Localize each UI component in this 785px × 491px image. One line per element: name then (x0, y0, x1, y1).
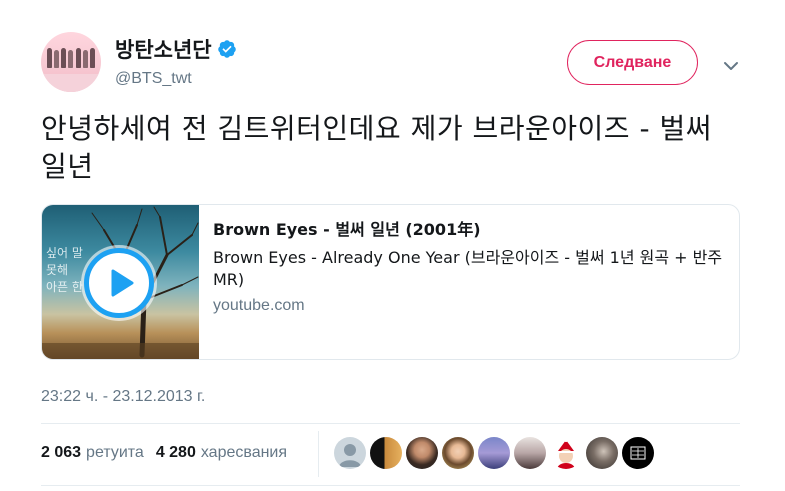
divider (41, 423, 740, 424)
liker-avatar[interactable] (478, 437, 510, 469)
likes-label: харесвания (200, 444, 288, 461)
liker-avatar[interactable] (550, 437, 582, 469)
author-display-name[interactable]: 방탄소년단 (115, 34, 212, 64)
card-domain: youtube.com (213, 297, 305, 314)
liker-avatar[interactable] (406, 437, 438, 469)
retweets-count: 2 063 (41, 444, 82, 461)
liker-avatar[interactable] (586, 437, 618, 469)
liker-avatar[interactable] (442, 437, 474, 469)
liker-avatar[interactable] (334, 437, 366, 469)
thumbnail-caption: 싶어 말 못해 아픈 한 (46, 246, 83, 294)
likes-count: 4 280 (155, 444, 196, 461)
avatar-group-photo (47, 48, 95, 72)
chevron-down-icon[interactable] (721, 56, 741, 76)
card-title[interactable]: Brown Eyes - 벌써 일년 (2001年) (213, 219, 728, 241)
follow-button[interactable]: Следване (567, 40, 698, 85)
card-body[interactable]: Brown Eyes - 벌써 일년 (2001年) Brown Eyes - … (213, 219, 728, 315)
divider (41, 485, 740, 486)
tweet-stats: 2 063 ретуита 4 280 харесвания (41, 444, 287, 462)
stats-separator (318, 431, 319, 477)
card-thumbnail[interactable]: 싶어 말 못해 아픈 한 (42, 205, 199, 359)
tweet-header: 방탄소년단 @BTS_twt Следване (41, 32, 746, 96)
author-avatar[interactable] (41, 32, 101, 92)
verified-badge-icon (217, 39, 237, 59)
card-description: Brown Eyes - Already One Year (브라운아이즈 - … (213, 248, 723, 289)
liker-avatar[interactable] (370, 437, 402, 469)
play-button-icon[interactable] (84, 248, 154, 318)
retweets-label: ретуита (86, 444, 144, 461)
retweets-stat[interactable]: 2 063 ретуита (41, 444, 144, 462)
likers-avatars (334, 437, 658, 469)
liker-avatar[interactable] (514, 437, 546, 469)
link-card[interactable]: 싶어 말 못해 아픈 한 Brown Eyes - 벌써 일년 (2001年) … (41, 204, 740, 360)
liker-avatar[interactable] (622, 437, 654, 469)
likes-stat[interactable]: 4 280 харесвания (156, 444, 287, 462)
author-handle[interactable]: @BTS_twt (115, 70, 192, 88)
tweet-text: 안녕하세여 전 김트위터인데요 제가 브라운아이즈 - 벌써 일년 (41, 112, 712, 183)
tweet-timestamp[interactable]: 23:22 ч. - 23.12.2013 г. (41, 388, 205, 406)
avatar-floor (41, 74, 101, 92)
author-name-row[interactable]: 방탄소년단 (115, 36, 237, 62)
